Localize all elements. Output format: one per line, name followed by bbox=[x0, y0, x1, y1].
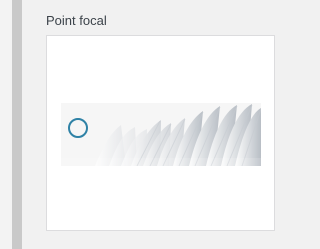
focal-point-editor bbox=[46, 35, 275, 231]
left-sidebar-background bbox=[0, 0, 12, 249]
focal-point-icon[interactable] bbox=[68, 118, 88, 138]
image-preview[interactable] bbox=[61, 103, 261, 166]
settings-panel: Point focal bbox=[22, 0, 292, 249]
sidebar-divider bbox=[12, 0, 22, 249]
section-title: Point focal bbox=[46, 13, 107, 28]
image-preview-artwork bbox=[61, 103, 261, 166]
